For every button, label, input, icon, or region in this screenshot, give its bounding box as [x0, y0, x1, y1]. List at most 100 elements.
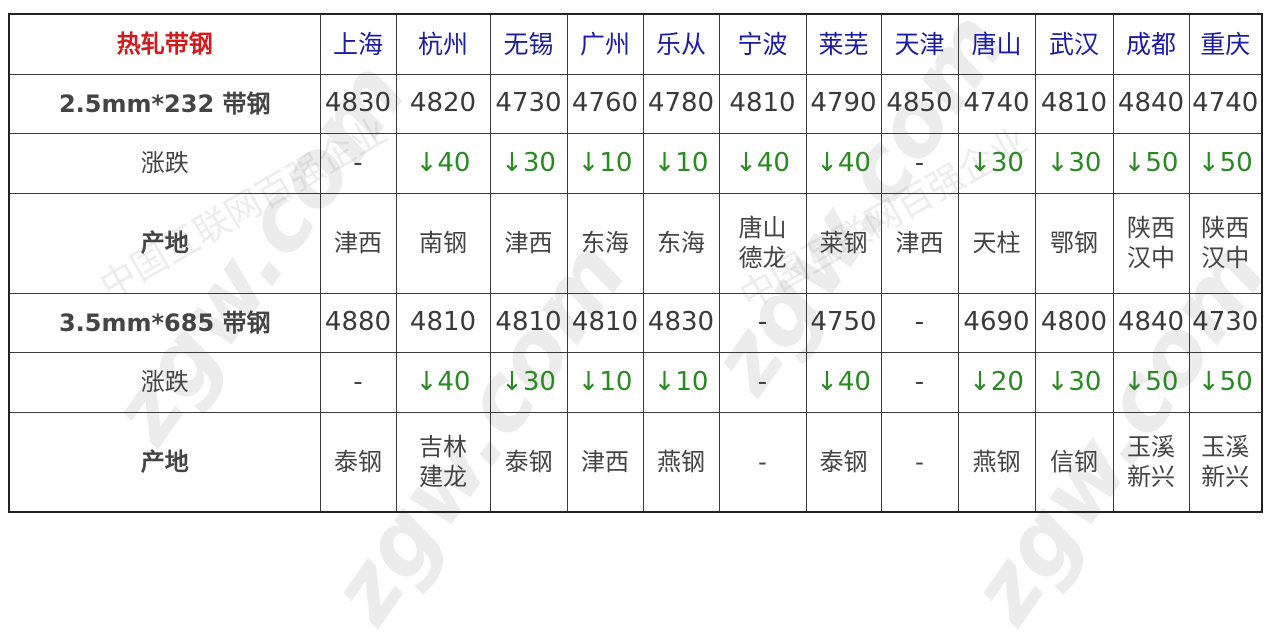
origin-text: 新兴	[1201, 462, 1250, 491]
spec-label: 2.5mm*232 带钢	[8, 73, 321, 134]
origin-cell: 陕西 汉中	[1112, 192, 1190, 294]
origin-cell: 津西	[566, 411, 644, 513]
origin-label: 产地	[8, 411, 321, 513]
origin-text: 泰钢	[334, 447, 382, 476]
price-cell: 4830	[319, 73, 397, 134]
change-label: 涨跌	[8, 132, 321, 194]
city-header: 天津	[880, 13, 959, 75]
change-row: 涨跌 - ↓40 ↓30 ↓10 ↓10- ↓40- ↓20 ↓30 ↓50 ↓50	[8, 351, 1263, 413]
origin-text: 泰钢	[504, 447, 553, 476]
origin-cell: -	[880, 411, 959, 513]
price-cell: 4790	[805, 73, 882, 134]
change-cell: -	[880, 132, 959, 194]
change-cell: -	[319, 132, 397, 194]
price-cell: 4780	[642, 73, 720, 134]
change-cell: ↓50	[1112, 132, 1190, 194]
price-cell: 4760	[566, 73, 644, 134]
origin-cell: 莱钢	[805, 192, 882, 294]
change-cell: ↓40	[395, 132, 491, 194]
origin-text: 唐山	[738, 214, 787, 242]
price-row: 3.5mm*685 带钢 4880 4810 4810 4810 4830-4750-46…	[8, 292, 1263, 353]
change-cell: ↓50	[1188, 132, 1263, 194]
origin-cell: 燕钢	[642, 411, 720, 513]
change-cell: -	[718, 351, 807, 413]
origin-text: 陕西	[1201, 214, 1250, 242]
origin-text: -	[758, 447, 767, 476]
price-cell: 4810	[1034, 73, 1114, 134]
city-header: 莱芜	[805, 13, 882, 75]
origin-text: 新兴	[1127, 462, 1175, 491]
change-cell: ↓10	[566, 132, 644, 194]
origin-cell: 泰钢	[489, 411, 568, 513]
price-row: 2.5mm*232 带钢 4830 4820 4730 4760 4780 4810 4790…	[8, 73, 1263, 134]
origin-cell: 玉溪 新兴	[1112, 411, 1190, 513]
city-header: 无锡	[489, 13, 568, 75]
table-title: 热轧带钢	[8, 13, 321, 75]
city-header: 广州	[566, 13, 644, 75]
origin-text: 天柱	[972, 229, 1021, 257]
change-cell: ↓20	[957, 351, 1036, 413]
origin-text: 津西	[895, 229, 944, 257]
price-cell: 4810	[395, 292, 491, 353]
change-cell: ↓40	[395, 351, 491, 413]
origin-text: 东海	[581, 229, 629, 257]
change-cell: ↓40	[805, 132, 882, 194]
change-cell: ↓30	[489, 351, 568, 413]
city-header: 上海	[319, 13, 397, 75]
origin-text: -	[915, 447, 924, 476]
price-cell: 4830	[642, 292, 720, 353]
origin-text: 吉林	[419, 432, 467, 461]
header-row: 热轧带钢 上海 杭州 无锡 广州 乐从 宁波 莱芜 天津 唐山 武汉 成都 重庆	[8, 13, 1263, 75]
change-cell: ↓10	[642, 132, 720, 194]
origin-cell: 燕钢	[957, 411, 1036, 513]
origin-row: 产地 泰钢 吉林 建龙 泰钢 津西 燕钢 - 泰钢 - 燕钢 信钢 玉溪 新兴 玉溪 新兴	[8, 411, 1263, 513]
origin-text: 建龙	[419, 462, 467, 491]
city-header: 成都	[1112, 13, 1190, 75]
price-cell: 4730	[489, 73, 568, 134]
origin-cell: -	[718, 411, 807, 513]
city-header: 武汉	[1034, 13, 1114, 75]
origin-cell: 津西	[319, 192, 397, 294]
origin-text: 燕钢	[657, 447, 705, 476]
city-header: 重庆	[1188, 13, 1263, 75]
price-cell: 4810	[489, 292, 568, 353]
origin-cell: 玉溪 新兴	[1188, 411, 1263, 513]
change-cell: ↓30	[1034, 351, 1114, 413]
origin-text: 泰钢	[819, 447, 868, 476]
origin-cell: 东海	[566, 192, 644, 294]
origin-cell: 南钢	[395, 192, 491, 294]
change-row: 涨跌 - ↓40 ↓30 ↓10 ↓10 ↓40 ↓40- ↓30 ↓30 ↓50 ↓50	[8, 132, 1263, 194]
origin-text: 燕钢	[972, 447, 1021, 476]
origin-cell: 津西	[880, 192, 959, 294]
spec-label: 3.5mm*685 带钢	[8, 292, 321, 353]
change-label: 涨跌	[8, 351, 321, 413]
origin-cell: 唐山 德龙	[718, 192, 807, 294]
price-cell: 4750	[805, 292, 882, 353]
price-cell: 4730	[1188, 292, 1263, 353]
origin-cell: 泰钢	[319, 411, 397, 513]
price-cell: 4810	[566, 292, 644, 353]
origin-cell: 信钢	[1034, 411, 1114, 513]
hot-rolled-strip-price-table: 热轧带钢 上海 杭州 无锡 广州 乐从 宁波 莱芜 天津 唐山 武汉 成都 重庆 2.5mm*232 带钢…	[8, 13, 1263, 513]
origin-text: 津西	[581, 447, 629, 476]
price-cell: 4820	[395, 73, 491, 134]
change-cell: ↓10	[566, 351, 644, 413]
origin-text: 东海	[657, 229, 705, 257]
price-cell: 4810	[718, 73, 807, 134]
change-cell: ↓30	[957, 132, 1036, 194]
price-cell: 4840	[1112, 292, 1190, 353]
origin-text: 津西	[334, 229, 382, 257]
price-cell: 4690	[957, 292, 1036, 353]
change-cell: ↓50	[1188, 351, 1263, 413]
price-cell: 4850	[880, 73, 959, 134]
origin-row: 产地 津西 南钢 津西 东海 东海 唐山 德龙 莱钢 津西 天柱 鄂钢 陕西 汉中 陕西 汉中	[8, 192, 1263, 294]
price-cell: 4800	[1034, 292, 1114, 353]
origin-text: 德龙	[738, 244, 787, 272]
origin-cell: 鄂钢	[1034, 192, 1114, 294]
price-cell: -	[718, 292, 807, 353]
origin-cell: 津西	[489, 192, 568, 294]
origin-text: 莱钢	[819, 229, 868, 257]
city-header: 宁波	[718, 13, 807, 75]
price-cell: 4740	[957, 73, 1036, 134]
origin-cell: 泰钢	[805, 411, 882, 513]
